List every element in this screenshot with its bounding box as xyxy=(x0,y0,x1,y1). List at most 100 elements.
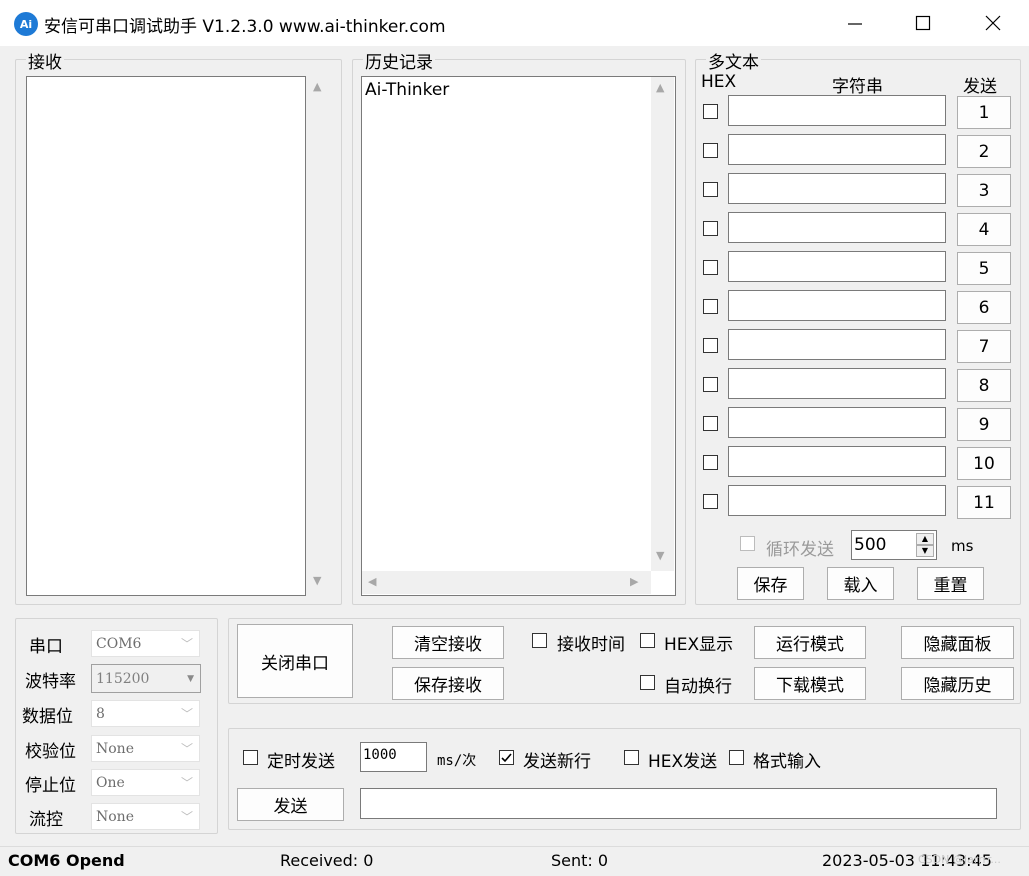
receive-scrollbar[interactable]: ▲ ▼ xyxy=(309,76,331,596)
multitext-hex-checkbox[interactable] xyxy=(703,494,718,509)
multitext-string-input[interactable] xyxy=(728,329,946,360)
spin-down-icon[interactable]: ▼ xyxy=(916,545,934,557)
chevron-down-icon: ﹀ xyxy=(180,637,193,651)
multitext-string-input[interactable] xyxy=(728,368,946,399)
multitext-hex-checkbox[interactable] xyxy=(703,143,718,158)
flow-value: None xyxy=(96,808,134,825)
interval-input[interactable]: 1000 xyxy=(360,742,427,772)
receive-group-label: 接收 xyxy=(26,48,64,73)
format-input-checkbox[interactable] xyxy=(729,750,744,765)
multitext-group-label: 多文本 xyxy=(706,48,761,73)
multitext-string-input[interactable] xyxy=(728,134,946,165)
send-newline-checkbox[interactable] xyxy=(499,750,514,765)
multitext-hex-checkbox[interactable] xyxy=(703,299,718,314)
hex-display-checkbox[interactable] xyxy=(640,633,655,648)
baud-select[interactable]: 115200 ▼ xyxy=(91,664,201,693)
multitext-send-button[interactable]: 7 xyxy=(957,330,1011,363)
chevron-down-icon: ﹀ xyxy=(180,810,193,824)
history-item[interactable]: Ai-Thinker xyxy=(365,80,449,100)
multitext-save-button[interactable]: 保存 xyxy=(737,567,804,600)
spin-up-icon[interactable]: ▲ xyxy=(916,533,934,545)
multitext-string-input[interactable] xyxy=(728,407,946,438)
dropdown-arrow-icon: ▼ xyxy=(187,673,194,684)
title-bar[interactable]: Ai 安信可串口调试助手 V1.2.3.0 www.ai-thinker.com xyxy=(0,0,1029,46)
download-mode-button[interactable]: 下载模式 xyxy=(754,667,866,700)
auto-newline-label: 自动换行 xyxy=(664,677,732,697)
parity-value: None xyxy=(96,740,134,757)
multitext-send-button[interactable]: 9 xyxy=(957,408,1011,441)
window-title: 安信可串口调试助手 V1.2.3.0 www.ai-thinker.com xyxy=(44,17,446,37)
scroll-right-icon[interactable]: ▶ xyxy=(630,575,638,588)
loop-send-checkbox[interactable] xyxy=(740,536,755,551)
multitext-reset-button[interactable]: 重置 xyxy=(917,567,984,600)
port-select[interactable]: COM6 ﹀ xyxy=(91,630,200,657)
multitext-send-button[interactable]: 2 xyxy=(957,135,1011,168)
send-text-input[interactable] xyxy=(360,788,997,819)
watermark-text: CSDN @Jarrrr... xyxy=(918,853,1001,866)
multitext-hex-checkbox[interactable] xyxy=(703,221,718,236)
send-button[interactable]: 发送 xyxy=(237,788,344,821)
multitext-string-input[interactable] xyxy=(728,485,946,516)
multitext-string-input[interactable] xyxy=(728,251,946,282)
status-bar: COM6 Opend Received: 0 Sent: 0 2023-05-0… xyxy=(0,846,1029,876)
port-label: 串口 xyxy=(29,637,63,657)
databits-label: 数据位 xyxy=(22,707,73,727)
multitext-string-input[interactable] xyxy=(728,290,946,321)
flow-label: 流控 xyxy=(29,810,63,830)
maximize-button[interactable] xyxy=(888,0,958,46)
hide-panel-button[interactable]: 隐藏面板 xyxy=(901,626,1014,659)
loop-interval-spinbox[interactable]: 500 ▲ ▼ xyxy=(851,530,937,560)
timed-send-checkbox[interactable] xyxy=(243,750,258,765)
multitext-send-button[interactable]: 8 xyxy=(957,369,1011,402)
hex-send-checkbox[interactable] xyxy=(624,750,639,765)
multitext-hex-checkbox[interactable] xyxy=(703,182,718,197)
scroll-down-icon[interactable]: ▼ xyxy=(656,549,664,562)
multitext-hex-checkbox[interactable] xyxy=(703,455,718,470)
minimize-button[interactable] xyxy=(820,0,890,46)
multitext-hex-checkbox[interactable] xyxy=(703,338,718,353)
maximize-icon xyxy=(915,15,931,31)
save-receive-button[interactable]: 保存接收 xyxy=(392,667,504,700)
close-window-button[interactable] xyxy=(958,0,1028,46)
multitext-hex-checkbox[interactable] xyxy=(703,260,718,275)
multitext-string-input[interactable] xyxy=(728,212,946,243)
stopbits-select[interactable]: One ﹀ xyxy=(91,769,200,796)
scroll-up-icon[interactable]: ▲ xyxy=(313,80,321,93)
history-vscrollbar[interactable]: ▲ ▼ xyxy=(651,77,674,571)
databits-select[interactable]: 8 ﹀ xyxy=(91,700,200,727)
receive-textarea[interactable] xyxy=(26,76,306,596)
send-newline-label: 发送新行 xyxy=(523,752,591,772)
multitext-string-input[interactable] xyxy=(728,95,946,126)
multitext-send-button[interactable]: 4 xyxy=(957,213,1011,246)
multitext-send-button[interactable]: 1 xyxy=(957,96,1011,129)
close-port-button[interactable]: 关闭串口 xyxy=(237,624,353,698)
multitext-hex-checkbox[interactable] xyxy=(703,377,718,392)
clear-receive-button[interactable]: 清空接收 xyxy=(392,626,504,659)
receive-time-checkbox[interactable] xyxy=(532,633,547,648)
multitext-hex-checkbox[interactable] xyxy=(703,416,718,431)
multitext-load-button[interactable]: 载入 xyxy=(827,567,894,600)
multitext-send-button[interactable]: 11 xyxy=(957,486,1011,519)
run-mode-button[interactable]: 运行模式 xyxy=(754,626,866,659)
app-logo-icon: Ai xyxy=(14,12,38,36)
history-list[interactable]: Ai-Thinker xyxy=(361,76,676,596)
parity-label: 校验位 xyxy=(25,742,76,762)
scroll-left-icon[interactable]: ◀ xyxy=(368,575,376,588)
multitext-send-button[interactable]: 3 xyxy=(957,174,1011,207)
auto-newline-checkbox[interactable] xyxy=(640,675,655,690)
history-hscrollbar[interactable]: ◀ ▶ xyxy=(362,571,651,594)
multitext-send-button[interactable]: 5 xyxy=(957,252,1011,285)
parity-select[interactable]: None ﹀ xyxy=(91,735,200,762)
multitext-string-input[interactable] xyxy=(728,446,946,477)
multitext-hex-checkbox[interactable] xyxy=(703,104,718,119)
scroll-down-icon[interactable]: ▼ xyxy=(313,574,321,587)
hide-history-button[interactable]: 隐藏历史 xyxy=(901,667,1014,700)
string-column-header: 字符串 xyxy=(832,77,883,97)
flow-select[interactable]: None ﹀ xyxy=(91,803,200,830)
multitext-send-button[interactable]: 6 xyxy=(957,291,1011,324)
multitext-send-button[interactable]: 10 xyxy=(957,447,1011,480)
multitext-string-input[interactable] xyxy=(728,173,946,204)
received-count-status: Received: 0 xyxy=(280,851,374,870)
close-icon xyxy=(985,15,1001,31)
scroll-up-icon[interactable]: ▲ xyxy=(656,81,664,94)
